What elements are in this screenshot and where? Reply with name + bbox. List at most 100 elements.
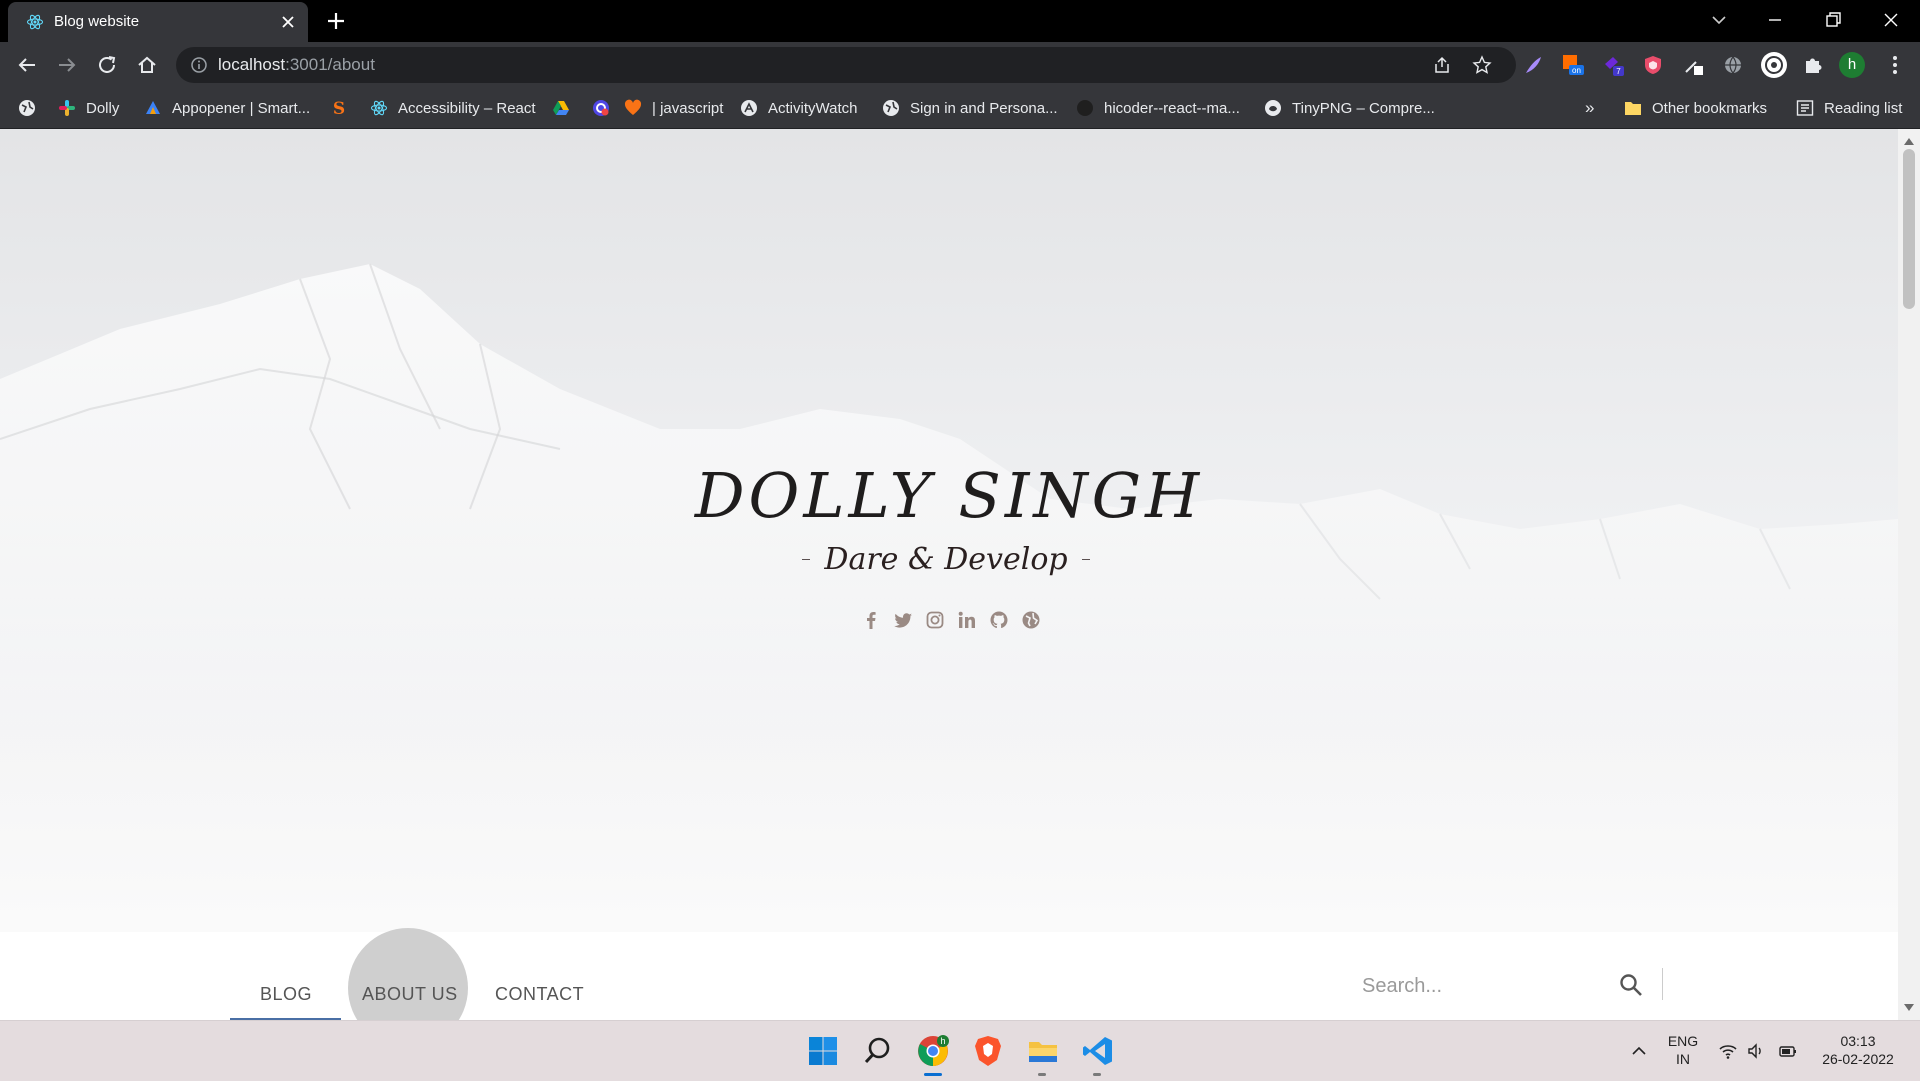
volume-icon[interactable] [1746,1041,1766,1061]
folder-icon [1624,99,1642,117]
nav-blog[interactable]: BLOG [260,984,312,1005]
close-tab-icon[interactable] [280,14,296,30]
bookmark-label: Accessibility – React [398,99,536,117]
appopener-icon [144,99,162,117]
more-bookmarks-button[interactable]: » [1585,88,1594,128]
scroll-thumb[interactable] [1903,149,1915,309]
windows-taskbar: h ENG IN 03:13 26-02-2022 [0,1020,1920,1081]
file-explorer-icon[interactable] [1026,1034,1060,1068]
kebab-menu-icon[interactable] [1884,54,1906,76]
github-icon [1076,99,1094,117]
search-icon[interactable] [1618,972,1644,998]
bookmark-accessibility-react[interactable]: Accessibility – React [370,88,536,128]
search-input[interactable] [1360,970,1604,1002]
address-bar[interactable]: localhost:3001/about [176,47,1516,83]
bookmark-dolly[interactable]: Dolly [58,88,119,128]
bookmark-s-logo[interactable]: S [330,88,358,128]
linkedin-icon[interactable] [956,609,978,631]
svg-text:on: on [1572,66,1581,75]
tab-strip: Blog website [0,0,1920,42]
brave-icon[interactable] [971,1034,1005,1068]
svg-text:7: 7 [1616,67,1621,76]
bookmarks-bar: Dolly Appopener | Smart... S Accessibili… [0,88,1920,129]
clock-date: 26-02-2022 [1822,1051,1894,1067]
facebook-icon[interactable] [860,609,882,631]
minimize-icon[interactable] [1764,9,1786,31]
new-tab-icon[interactable] [326,11,346,31]
restore-icon[interactable] [1822,9,1844,31]
hero-banner: DOLLY SINGH Dare & Develop [0,129,1898,932]
extension-on-icon[interactable]: on [1562,54,1584,76]
bookmark-label: Other bookmarks [1652,99,1768,117]
reading-list-icon [1796,99,1814,117]
nav-contact[interactable]: CONTACT [495,984,584,1005]
share-icon[interactable] [1432,55,1452,75]
click-ripple [348,928,468,1020]
extension-badge-icon[interactable]: 7 [1602,54,1624,76]
browser-tab[interactable]: Blog website [8,2,308,42]
scroll-down-icon[interactable] [1904,1004,1914,1012]
bookmark-tinypng[interactable]: TinyPNG – Compre... [1264,88,1435,128]
scroll-up-icon[interactable] [1904,137,1914,145]
nav-divider [1662,968,1663,1000]
social-links [860,609,1042,631]
clock-time: 03:13 [1840,1033,1876,1049]
bookmark-hicoder[interactable]: hicoder--react--ma... [1076,88,1240,128]
bookmark-globe[interactable] [18,88,46,128]
bookmark-sign-in[interactable]: Sign in and Persona... [882,88,1058,128]
bookmark-label: | javascript [652,99,724,117]
battery-icon[interactable] [1778,1041,1798,1061]
site-info-icon[interactable] [190,56,208,74]
clock[interactable]: 03:13 26-02-2022 [1808,1032,1908,1068]
circle-extension-icon[interactable] [1760,51,1788,79]
back-arrow-icon[interactable] [16,54,38,76]
search-icon[interactable] [861,1034,895,1068]
bookmark-label: Appopener | Smart... [172,99,311,117]
bookmark-label: Dolly [86,99,120,117]
language-indicator[interactable]: ENG IN [1664,1032,1702,1068]
slack-icon [58,99,76,117]
close-window-icon[interactable] [1880,9,1902,31]
react-icon [26,13,44,31]
vscode-icon[interactable] [1081,1034,1115,1068]
bookmark-google-drive[interactable] [552,88,580,128]
wifi-icon[interactable] [1718,1041,1738,1061]
reading-list[interactable]: Reading list [1796,88,1902,128]
bookmark-label: Sign in and Persona... [910,99,1058,117]
forward-arrow-icon[interactable] [56,54,78,76]
bookmark-javascript[interactable]: | javascript [624,88,723,128]
extensions-puzzle-icon[interactable] [1802,54,1824,76]
instagram-icon[interactable] [924,609,946,631]
globe-icon[interactable] [1020,609,1042,631]
tab-search-chevron-icon[interactable] [1708,9,1730,31]
svg-text:h: h [940,1036,945,1046]
tinypng-icon [1264,99,1282,117]
other-bookmarks[interactable]: Other bookmarks [1624,88,1767,128]
bookmark-appopener[interactable]: Appopener | Smart... [144,88,310,128]
tagline-rule-right [1081,558,1090,560]
feather-extension-icon[interactable] [1522,54,1544,76]
page-viewport: DOLLY SINGH Dare & Develop BLOG ABOUT US… [0,129,1898,1020]
tagline-row: Dare & Develop [802,539,1090,579]
url-text: localhost:3001/about [218,56,375,74]
chevron-up-icon[interactable] [1629,1041,1649,1061]
profile-avatar[interactable]: h [1839,52,1865,78]
reload-icon[interactable] [96,54,118,76]
shield-icon[interactable] [1642,54,1664,76]
svg-text:S: S [333,99,345,117]
chrome-icon[interactable]: h [916,1034,950,1068]
twitter-icon[interactable] [892,609,914,631]
github-icon[interactable] [988,609,1010,631]
nav-about-us[interactable]: ABOUT US [362,984,458,1005]
google-drive-icon [552,99,570,117]
eyedropper-extension-icon[interactable] [1682,54,1704,76]
bookmark-grammarly[interactable] [592,88,620,128]
bookmark-activitywatch[interactable]: ActivityWatch [740,88,857,128]
globe-extension-icon[interactable] [1722,54,1744,76]
bookmark-star-icon[interactable] [1472,55,1492,75]
bookmark-label: ActivityWatch [768,99,858,117]
heart-icon [624,99,642,117]
page-scrollbar[interactable] [1898,129,1920,1020]
home-icon[interactable] [136,54,158,76]
windows-start-icon[interactable] [806,1034,840,1068]
